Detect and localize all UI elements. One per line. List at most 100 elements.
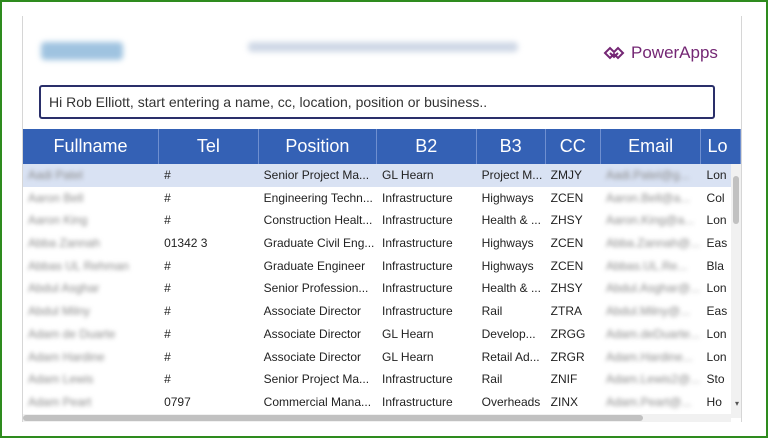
cell-b3: Rail xyxy=(481,372,503,387)
cell-fullname: Abdul Asghar xyxy=(28,281,100,296)
cell-tel: 01342 3 xyxy=(164,236,208,251)
cell-tel: # xyxy=(164,168,171,182)
column-header-email[interactable]: Email xyxy=(601,129,702,164)
cell-email: Abdul.Milny@... xyxy=(605,304,691,319)
cell-fullname: Abba Zannah xyxy=(28,236,101,251)
scroll-down-arrow-icon[interactable]: ▾ xyxy=(735,399,739,408)
cell-position: Associate Director xyxy=(263,349,362,364)
cell-b2: Infrastructure xyxy=(382,372,453,387)
cell-tel: # xyxy=(164,213,171,228)
column-header-location[interactable]: Lo xyxy=(701,129,741,164)
cell-b3: Highways xyxy=(481,190,534,205)
cell-cc: ZCEN xyxy=(550,258,584,273)
cell-b2: Infrastructure xyxy=(382,304,453,319)
cell-position: Commercial Mana... xyxy=(263,394,372,409)
cell-b2: Infrastructure xyxy=(382,236,453,251)
column-header-tel[interactable]: Tel xyxy=(159,129,259,164)
grid-header: Fullname Tel Position B2 B3 CC Email Lo xyxy=(23,129,741,164)
table-row[interactable]: Adam de Duarte # Associate Director GL Hear… xyxy=(23,323,741,346)
table-row[interactable]: Aaron Bell # Engineering Techn... Infrastru… xyxy=(23,187,741,210)
column-header-position[interactable]: Position xyxy=(259,129,377,164)
column-header-fullname[interactable]: Fullname xyxy=(23,129,160,164)
cell-fullname: Aaron Bell xyxy=(28,190,84,205)
column-header-b3[interactable]: B3 xyxy=(477,129,546,164)
cell-b2: Infrastructure xyxy=(382,190,453,205)
cell-tel: # xyxy=(164,372,171,387)
cell-email: Aaron.Bell@a... xyxy=(605,190,691,205)
cell-cc: ZCEN xyxy=(550,236,584,251)
table-row[interactable]: Aaron King # Construction Healt... Infrastr… xyxy=(23,209,741,232)
search-input[interactable] xyxy=(49,87,705,117)
powerapps-brand: PowerApps xyxy=(603,42,718,64)
horizontal-scrollbar[interactable] xyxy=(23,414,731,422)
cell-position: Graduate Civil Eng... xyxy=(263,236,375,251)
cell-email: Adam.deDuarte... xyxy=(605,326,700,341)
cell-position: Senior Project Ma... xyxy=(263,168,370,182)
cell-position: Senior Project Ma... xyxy=(263,372,370,387)
table-row[interactable]: Adam Lewis # Senior Project Ma... Infrastru… xyxy=(23,368,741,391)
cell-cc: ZINX xyxy=(550,394,579,409)
table-row[interactable]: Adam Peart 0797 Commercial Mana... Infrastr… xyxy=(23,391,741,414)
cell-tel: # xyxy=(164,304,171,319)
people-grid: Fullname Tel Position B2 B3 CC Email Lo … xyxy=(23,129,741,422)
cell-tel: # xyxy=(164,190,171,205)
cell-cc: ZMJY xyxy=(550,168,583,182)
cell-fullname: Aadi Patel xyxy=(28,168,83,182)
cell-tel: # xyxy=(164,258,171,273)
powerapps-canvas: PowerApps Fullname Tel Position B2 B3 CC… xyxy=(22,16,742,422)
cell-b3: Develop... xyxy=(481,326,536,341)
table-row[interactable]: Abba Zannah 01342 3 Graduate Civil Eng... I… xyxy=(23,232,741,255)
cell-b3: Health & ... xyxy=(481,281,541,296)
cell-b3: Rail xyxy=(481,304,503,319)
cell-fullname: Adam Lewis xyxy=(28,372,94,387)
cell-cc: ZHSY xyxy=(550,213,583,228)
cell-b2: GL Hearn xyxy=(382,349,434,364)
table-row[interactable]: Aadi Patel # Senior Project Ma... GL Hearn P… xyxy=(23,164,741,187)
cell-fullname: Abbas UL Rehman xyxy=(28,258,129,273)
cell-fullname: Adam Hardine xyxy=(28,349,105,364)
powerapps-logo-icon xyxy=(603,46,625,60)
cell-fullname: Adam Peart xyxy=(28,394,92,409)
cell-tel: 0797 xyxy=(164,394,191,409)
header-blurred-text xyxy=(248,42,518,52)
cell-b3: Overheads xyxy=(481,394,541,409)
cell-fullname: Aaron King xyxy=(28,213,88,228)
cell-b2: Infrastructure xyxy=(382,213,453,228)
cell-b3: Highways xyxy=(481,258,534,273)
cell-position: Engineering Techn... xyxy=(263,190,373,205)
grid-body: Aadi Patel # Senior Project Ma... GL Hearn P… xyxy=(23,164,741,414)
cell-cc: ZHSY xyxy=(550,281,583,296)
cell-cc: ZCEN xyxy=(550,190,584,205)
cell-b2: Infrastructure xyxy=(382,394,453,409)
screenshot-frame: PowerApps Fullname Tel Position B2 B3 CC… xyxy=(0,0,768,438)
horizontal-scroll-thumb[interactable] xyxy=(23,415,643,421)
column-header-cc[interactable]: CC xyxy=(546,129,601,164)
cell-email: Adam.Hardine... xyxy=(605,349,693,364)
cell-email: Abba.Zannah@... xyxy=(605,236,701,251)
cell-b3: Retail Ad... xyxy=(481,349,540,364)
column-header-b2[interactable]: B2 xyxy=(377,129,477,164)
cell-email: Adam.Lewis2@... xyxy=(605,372,701,387)
cell-b2: GL Hearn xyxy=(382,168,434,182)
cell-position: Associate Director xyxy=(263,326,362,341)
cell-position: Graduate Engineer xyxy=(263,258,366,273)
cell-b2: GL Hearn xyxy=(382,326,434,341)
vertical-scroll-thumb[interactable] xyxy=(733,176,739,224)
cell-email: Aadi.Patel@g... xyxy=(605,168,690,182)
search-box[interactable] xyxy=(39,85,715,119)
table-row[interactable]: Abdul Milny # Associate Director Infrastruc… xyxy=(23,300,741,323)
cell-cc: ZRGG xyxy=(550,326,586,341)
cell-email: Abbas.UL.Re... xyxy=(605,258,688,273)
table-row[interactable]: Abbas UL Rehman # Graduate Engineer Infrast… xyxy=(23,255,741,278)
cell-cc: ZRGR xyxy=(550,349,585,364)
company-logo xyxy=(41,42,123,60)
cell-b2: Infrastructure xyxy=(382,258,453,273)
cell-email: Abdul.Asghar@... xyxy=(605,281,701,296)
cell-position: Senior Profession... xyxy=(263,281,369,296)
table-row[interactable]: Adam Hardine # Associate Director GL Hearn R… xyxy=(23,346,741,369)
table-row[interactable]: Abdul Asghar # Senior Profession... Infrast… xyxy=(23,277,741,300)
cell-tel: # xyxy=(164,281,171,296)
cell-b3: Health & ... xyxy=(481,213,541,228)
vertical-scrollbar[interactable]: ▾ xyxy=(731,164,741,418)
cell-position: Associate Director xyxy=(263,304,362,319)
